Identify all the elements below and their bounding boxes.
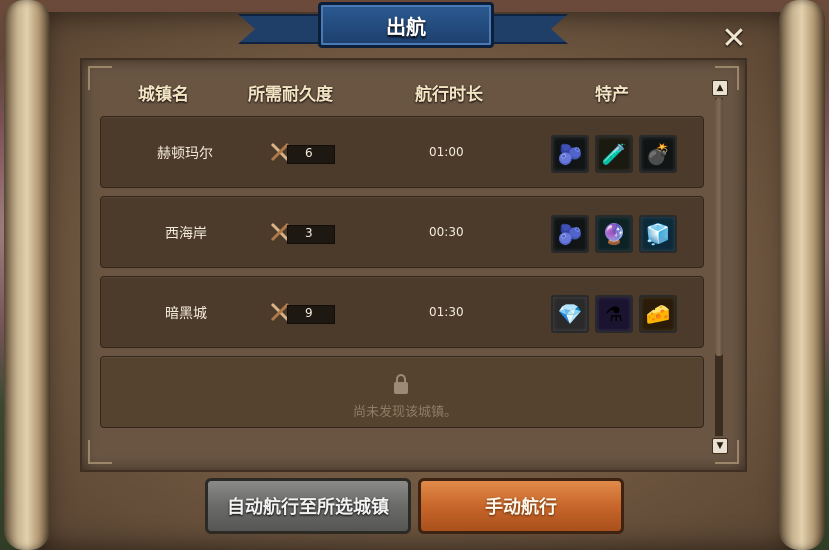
sail-duration: 01:00 — [429, 145, 464, 159]
purple-berry-icon[interactable]: 🫐 — [551, 215, 589, 253]
dark-orb-icon[interactable]: 🔮 — [595, 215, 633, 253]
scroll-rod-right — [779, 0, 825, 550]
header-town: 城镇名 — [138, 85, 189, 105]
scroll-up-button[interactable]: ▲ — [712, 80, 728, 96]
scroll-rod-left — [4, 0, 50, 550]
close-button[interactable]: ✕ — [719, 24, 749, 54]
manual-sail-button[interactable]: 手动航行 — [418, 478, 624, 534]
scroll-down-button[interactable]: ▼ — [712, 438, 728, 454]
header-duration: 航行时长 — [415, 85, 483, 105]
town-name: 赫顿玛尔 — [157, 146, 213, 162]
town-row[interactable]: 暗黑城 9 01:30 💎 ⚗ 🧀 — [100, 276, 704, 348]
town-row[interactable]: 西海岸 3 00:30 🫐 🔮 🧊 — [100, 196, 704, 268]
title-plate: 出航 — [318, 2, 494, 48]
bomb-flask-icon[interactable]: 💣 — [639, 135, 677, 173]
town-row[interactable]: 赫顿玛尔 6 01:00 🫐 🧪 💣 — [100, 116, 704, 188]
sail-duration: 00:30 — [429, 225, 464, 239]
sail-duration: 01:30 — [429, 305, 464, 319]
cheese-icon[interactable]: 🧀 — [639, 295, 677, 333]
durability-value: 3 — [305, 226, 313, 240]
scroll-thumb[interactable] — [715, 98, 723, 356]
header-specialty: 特产 — [595, 85, 629, 105]
locked-town-row: 尚未发现该城镇。 — [100, 356, 704, 428]
blue-jelly-icon[interactable]: 🧊 — [639, 215, 677, 253]
purple-crystal-icon[interactable]: 💎 — [551, 295, 589, 333]
purple-potion-icon[interactable]: ⚗ — [595, 295, 633, 333]
list-scrollbar[interactable]: ▲ ▼ — [712, 80, 728, 454]
durability-value: 6 — [305, 146, 313, 160]
title-banner: 出航 — [238, 0, 568, 48]
durability-value: 9 — [305, 306, 313, 320]
locked-town-text: 尚未发现该城镇。 — [353, 405, 458, 420]
list-header: 城镇名 所需耐久度 航行时长 特产 — [82, 80, 722, 105]
frame-corner — [88, 440, 112, 464]
dialog-title: 出航 — [386, 14, 426, 39]
town-name: 西海岸 — [165, 226, 207, 242]
potion-brush-icon[interactable]: 🧪 — [595, 135, 633, 173]
scroll-track[interactable] — [715, 98, 723, 436]
close-icon: ✕ — [721, 21, 747, 56]
auto-sail-button[interactable]: 自动航行至所选城镇 — [205, 478, 411, 534]
purple-berry-icon[interactable]: 🫐 — [551, 135, 589, 173]
town-list: 城镇名 所需耐久度 航行时长 特产 赫顿玛尔 6 01:00 🫐 🧪 💣 西海岸… — [80, 58, 747, 472]
town-name: 暗黑城 — [165, 306, 207, 322]
lock-icon — [394, 374, 408, 394]
header-durability: 所需耐久度 — [248, 85, 333, 105]
